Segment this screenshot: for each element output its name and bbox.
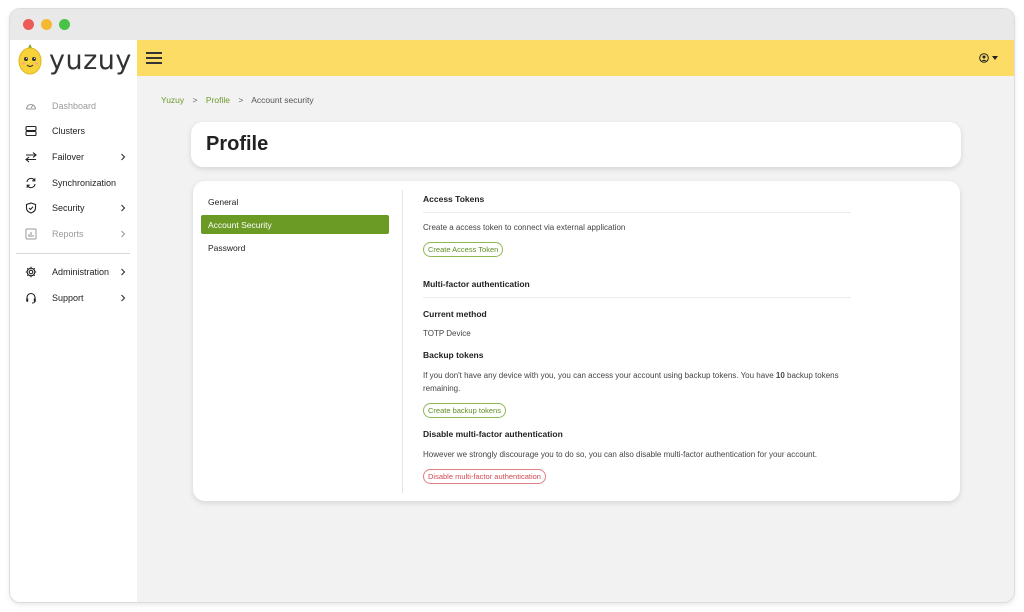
top-bar bbox=[137, 40, 1014, 76]
sidebar-item-clusters[interactable]: Clusters bbox=[10, 119, 137, 145]
sidebar-item-synchronization[interactable]: Synchronization bbox=[10, 170, 137, 196]
sidebar-nav: Dashboard Clusters Failover Synchronizat… bbox=[10, 80, 137, 311]
gauge-icon bbox=[25, 100, 37, 112]
breadcrumb-home-link[interactable]: Yuzuy bbox=[161, 95, 184, 105]
access-tokens-description: Create a access token to connect via ext… bbox=[423, 223, 626, 232]
profile-tabs: General Account Security Password bbox=[201, 192, 389, 261]
section-divider bbox=[423, 212, 851, 213]
breadcrumb-current: Account security bbox=[251, 95, 314, 105]
sidebar-item-label: Administration bbox=[52, 267, 110, 278]
sidebar-item-reports[interactable]: Reports bbox=[10, 221, 137, 247]
chevron-right-icon bbox=[121, 153, 126, 161]
minimize-window-dot[interactable] bbox=[41, 19, 52, 30]
logo[interactable]: yuzuy bbox=[10, 40, 137, 80]
disable-mfa-heading: Disable multi-factor authentication bbox=[423, 429, 563, 439]
section-divider bbox=[423, 297, 851, 298]
main-area: Yuzuy > Profile > Account security Profi… bbox=[137, 40, 1014, 602]
sidebar-item-failover[interactable]: Failover bbox=[10, 144, 137, 170]
sidebar: yuzuy Dashboard Clusters Failover Synchr… bbox=[10, 40, 137, 602]
chevron-right-icon bbox=[121, 268, 126, 276]
window-titlebar bbox=[10, 9, 1014, 40]
sidebar-item-label: Security bbox=[52, 203, 85, 214]
backup-token-count: 10 bbox=[775, 371, 785, 380]
shield-icon bbox=[25, 202, 37, 214]
user-menu[interactable] bbox=[979, 53, 998, 63]
breadcrumb-separator: > bbox=[238, 95, 244, 105]
sidebar-item-label: Dashboard bbox=[52, 100, 97, 111]
close-window-dot[interactable] bbox=[23, 19, 34, 30]
sidebar-item-label: Clusters bbox=[52, 126, 86, 137]
sidebar-item-administration[interactable]: Administration bbox=[10, 260, 137, 286]
sidebar-item-security[interactable]: Security bbox=[10, 195, 137, 221]
chevron-right-icon bbox=[121, 230, 126, 238]
hamburger-menu-icon[interactable] bbox=[146, 52, 162, 64]
backup-tokens-description: If you don't have any device with you, y… bbox=[423, 371, 839, 393]
sidebar-item-support[interactable]: Support bbox=[10, 285, 137, 311]
tab-account-security[interactable]: Account Security bbox=[201, 215, 389, 234]
chevron-right-icon bbox=[121, 204, 126, 212]
caret-down-icon bbox=[992, 56, 998, 60]
create-access-token-button[interactable]: Create Access Token bbox=[423, 242, 504, 257]
account-security-card: General Account Security Password Access… bbox=[193, 181, 960, 501]
mfa-heading: Multi-factor authentication bbox=[423, 279, 530, 289]
server-icon bbox=[25, 125, 37, 137]
sidebar-divider bbox=[16, 252, 130, 254]
page-title: Profile bbox=[206, 133, 269, 155]
sidebar-item-label: Synchronization bbox=[52, 177, 117, 188]
breadcrumb-separator: > bbox=[192, 95, 198, 105]
sidebar-item-label: Failover bbox=[52, 151, 85, 162]
breadcrumb-profile-link[interactable]: Profile bbox=[206, 95, 230, 105]
backup-tokens-heading: Backup tokens bbox=[423, 350, 484, 360]
vertical-divider bbox=[402, 190, 403, 493]
sidebar-item-label: Support bbox=[52, 292, 84, 303]
sidebar-item-dashboard[interactable]: Dashboard bbox=[10, 93, 137, 119]
sidebar-item-label: Reports bbox=[52, 228, 84, 239]
current-method-value: TOTP Device bbox=[423, 329, 471, 338]
chevron-right-icon bbox=[121, 294, 126, 302]
create-backup-tokens-button[interactable]: Create backup tokens bbox=[423, 403, 506, 418]
current-method-heading: Current method bbox=[423, 309, 487, 319]
tab-password[interactable]: Password bbox=[201, 238, 389, 257]
sync-icon bbox=[25, 177, 37, 189]
tab-general[interactable]: General bbox=[201, 192, 389, 211]
access-tokens-heading: Access Tokens bbox=[423, 194, 485, 204]
page-title-card: Profile bbox=[191, 122, 961, 167]
browser-window: yuzuy Dashboard Clusters Failover Synchr… bbox=[10, 9, 1014, 602]
swap-arrows-icon bbox=[25, 151, 37, 163]
chart-icon bbox=[25, 228, 37, 240]
breadcrumb: Yuzuy > Profile > Account security bbox=[161, 95, 314, 105]
headset-icon bbox=[25, 292, 37, 304]
disable-mfa-description: However we strongly discourage you to do… bbox=[423, 450, 817, 459]
lemon-mascot-icon bbox=[18, 44, 42, 75]
user-circle-icon bbox=[979, 53, 989, 63]
brand-name: yuzuy bbox=[49, 44, 132, 76]
maximize-window-dot[interactable] bbox=[59, 19, 70, 30]
gear-icon bbox=[25, 266, 37, 278]
disable-mfa-button[interactable]: Disable multi-factor authentication bbox=[423, 469, 546, 484]
